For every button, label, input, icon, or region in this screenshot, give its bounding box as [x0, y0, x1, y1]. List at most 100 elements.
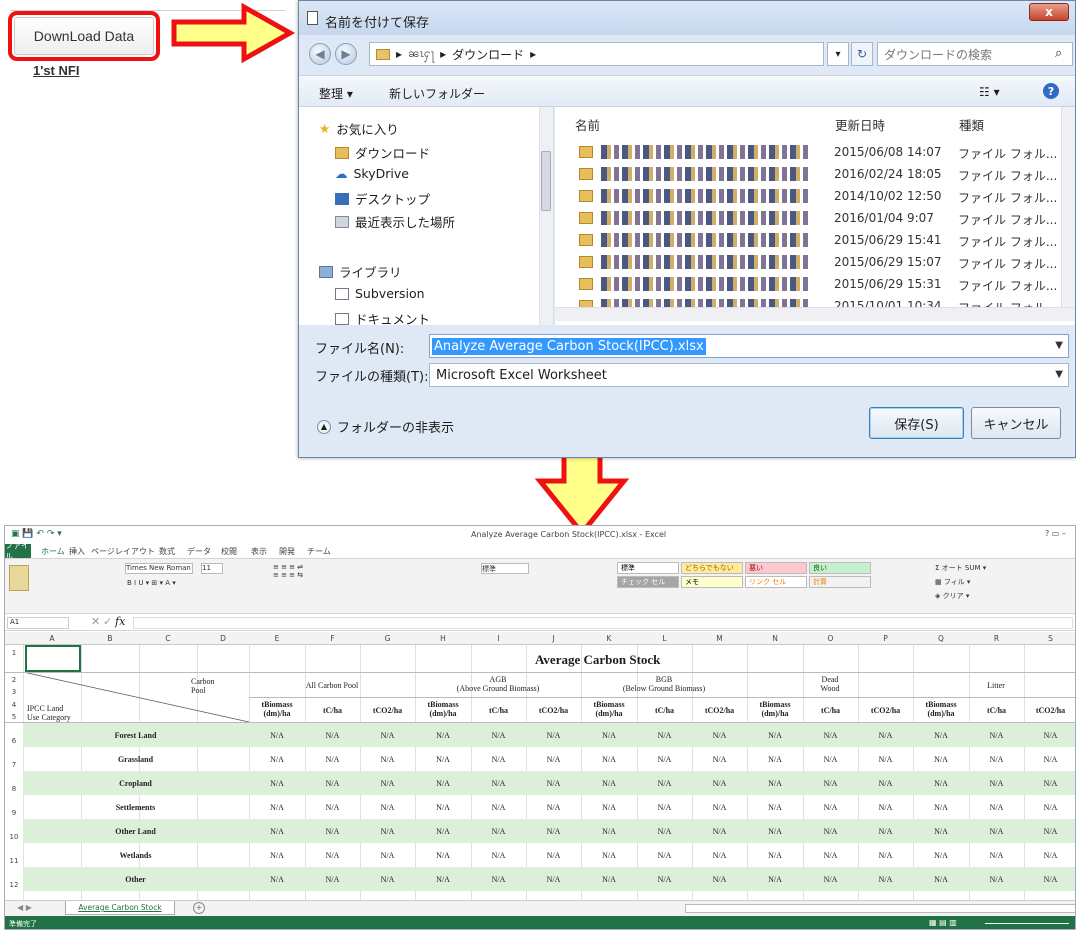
table-row[interactable]: Other Land N/A N/A N/A N/A N/A N/A N/A N/A N/A N/A…	[23, 819, 1075, 843]
value-cell[interactable]: N/A	[645, 803, 685, 812]
nav-downloads[interactable]: ダウンロード	[335, 143, 430, 162]
column-header[interactable]: O	[803, 634, 858, 643]
tab-view[interactable]: 表示	[251, 546, 267, 557]
column-header[interactable]: P	[858, 634, 913, 643]
quick-access-toolbar[interactable]: ▣ 💾 ↶ ↷ ▾	[11, 529, 62, 539]
number-format-select[interactable]: 標準	[481, 563, 529, 574]
table-row[interactable]: Grassland N/A N/A N/A N/A N/A N/A N/A N/A N/A N/A N…	[23, 747, 1075, 771]
value-cell[interactable]: N/A	[866, 731, 906, 740]
search-input[interactable]: ダウンロードの検索	[877, 42, 1073, 66]
value-cell[interactable]: N/A	[645, 827, 685, 836]
value-cell[interactable]: N/A	[368, 779, 408, 788]
value-cell[interactable]: N/A	[534, 875, 574, 884]
row-header[interactable]: 8	[5, 785, 23, 793]
help-icon[interactable]: ?	[1043, 83, 1059, 99]
tab-file[interactable]: ファイル	[5, 541, 31, 561]
column-header[interactable]: R	[969, 634, 1024, 643]
value-cell[interactable]: N/A	[811, 731, 851, 740]
row-header[interactable]: 3	[5, 688, 23, 696]
category-cell[interactable]: Cropland	[23, 779, 248, 788]
value-cell[interactable]: N/A	[755, 851, 795, 860]
value-cell[interactable]: N/A	[368, 803, 408, 812]
column-type[interactable]: 種類	[959, 115, 984, 134]
autosum-button[interactable]: Σ オート SUM ▾	[935, 563, 986, 573]
chevron-down-icon[interactable]: ▼	[1055, 340, 1063, 351]
value-cell[interactable]: N/A	[423, 827, 463, 836]
style-neutral[interactable]: どちらでもない	[681, 562, 743, 574]
value-cell[interactable]: N/A	[645, 731, 685, 740]
value-cell[interactable]: N/A	[1031, 851, 1071, 860]
row-header[interactable]: 10	[5, 833, 23, 841]
address-bar[interactable]: ▸ ၼၤႁႃ ▸ ダウンロード ▸	[369, 42, 824, 66]
value-cell[interactable]: N/A	[313, 803, 353, 812]
nav-libraries[interactable]: ライブラリ	[319, 262, 402, 281]
column-header[interactable]: H	[415, 634, 471, 643]
fill-button[interactable]: ▦ フィル ▾	[935, 577, 970, 587]
value-cell[interactable]: N/A	[755, 779, 795, 788]
close-button[interactable]: x	[1029, 3, 1069, 21]
file-row[interactable]: 2014/10/02 12:50 ファイル フォル...	[575, 187, 1069, 208]
column-header[interactable]: M	[692, 634, 747, 643]
column-header[interactable]: I	[471, 634, 526, 643]
worksheet[interactable]: ABCDEFGHIJKLMNOPQRS Average Carbon Stock…	[5, 632, 1075, 913]
font-name-select[interactable]: Times New Roman	[125, 563, 193, 574]
value-cell[interactable]: N/A	[921, 875, 961, 884]
back-button[interactable]: ◀	[309, 43, 331, 65]
value-cell[interactable]: N/A	[257, 875, 297, 884]
value-cell[interactable]: N/A	[921, 851, 961, 860]
value-cell[interactable]: N/A	[368, 851, 408, 860]
value-cell[interactable]: N/A	[811, 875, 851, 884]
value-cell[interactable]: N/A	[589, 803, 629, 812]
value-cell[interactable]: N/A	[534, 851, 574, 860]
value-cell[interactable]: N/A	[1031, 779, 1071, 788]
value-cell[interactable]: N/A	[534, 779, 574, 788]
value-cell[interactable]: N/A	[866, 851, 906, 860]
value-cell[interactable]: N/A	[257, 731, 297, 740]
file-row[interactable]: 2015/06/29 15:07 ファイル フォル...	[575, 253, 1069, 274]
row-header[interactable]: 4	[5, 701, 23, 709]
style-calculation[interactable]: 計算	[809, 576, 871, 588]
value-cell[interactable]: N/A	[921, 731, 961, 740]
value-cell[interactable]: N/A	[423, 731, 463, 740]
row-header[interactable]: 6	[5, 737, 23, 745]
value-cell[interactable]: N/A	[921, 779, 961, 788]
value-cell[interactable]: N/A	[423, 755, 463, 764]
value-cell[interactable]: N/A	[700, 851, 740, 860]
tab-developer[interactable]: 開発	[279, 546, 295, 557]
nfi-link[interactable]: 1'st NFI	[33, 63, 79, 78]
value-cell[interactable]: N/A	[755, 803, 795, 812]
value-cell[interactable]: N/A	[811, 851, 851, 860]
table-row[interactable]: Wetlands N/A N/A N/A N/A N/A N/A N/A N/A N/A N/A N/…	[23, 843, 1075, 867]
value-cell[interactable]: N/A	[313, 755, 353, 764]
column-header[interactable]: F	[305, 634, 360, 643]
value-cell[interactable]: N/A	[977, 827, 1017, 836]
file-row[interactable]: 2016/01/04 9:07 ファイル フォル...	[575, 209, 1069, 230]
value-cell[interactable]: N/A	[811, 779, 851, 788]
value-cell[interactable]: N/A	[811, 755, 851, 764]
value-cell[interactable]: N/A	[479, 803, 519, 812]
value-cell[interactable]: N/A	[700, 779, 740, 788]
value-cell[interactable]: N/A	[866, 827, 906, 836]
save-button[interactable]: 保存(S)	[869, 407, 964, 439]
hide-folders-toggle[interactable]: ▲ フォルダーの非表示	[317, 417, 454, 436]
file-row[interactable]: 2015/06/08 14:07 ファイル フォル...	[575, 143, 1069, 164]
value-cell[interactable]: N/A	[700, 827, 740, 836]
value-cell[interactable]: N/A	[1031, 875, 1071, 884]
value-cell[interactable]: N/A	[257, 779, 297, 788]
value-cell[interactable]: N/A	[257, 851, 297, 860]
nav-scroll-thumb[interactable]	[541, 151, 551, 211]
value-cell[interactable]: N/A	[645, 755, 685, 764]
nav-scrollbar[interactable]	[539, 107, 553, 325]
refresh-icon[interactable]: ↻	[851, 42, 873, 66]
new-folder-button[interactable]: 新しいフォルダー	[389, 85, 485, 102]
nav-desktop[interactable]: デスクトップ	[335, 189, 430, 208]
nav-recent-places[interactable]: 最近表示した場所	[335, 212, 455, 231]
value-cell[interactable]: N/A	[1031, 731, 1071, 740]
value-cell[interactable]: N/A	[866, 803, 906, 812]
file-row[interactable]: 2015/06/29 15:31 ファイル フォル...	[575, 275, 1069, 296]
clear-button[interactable]: ◈ クリア ▾	[935, 591, 969, 601]
category-cell[interactable]: Other Land	[23, 827, 248, 836]
cancel-entry-icon[interactable]: ✕	[91, 615, 100, 628]
value-cell[interactable]: N/A	[423, 779, 463, 788]
table-row[interactable]: Settlements N/A N/A N/A N/A N/A N/A N/A N/A N/A N/…	[23, 795, 1075, 819]
